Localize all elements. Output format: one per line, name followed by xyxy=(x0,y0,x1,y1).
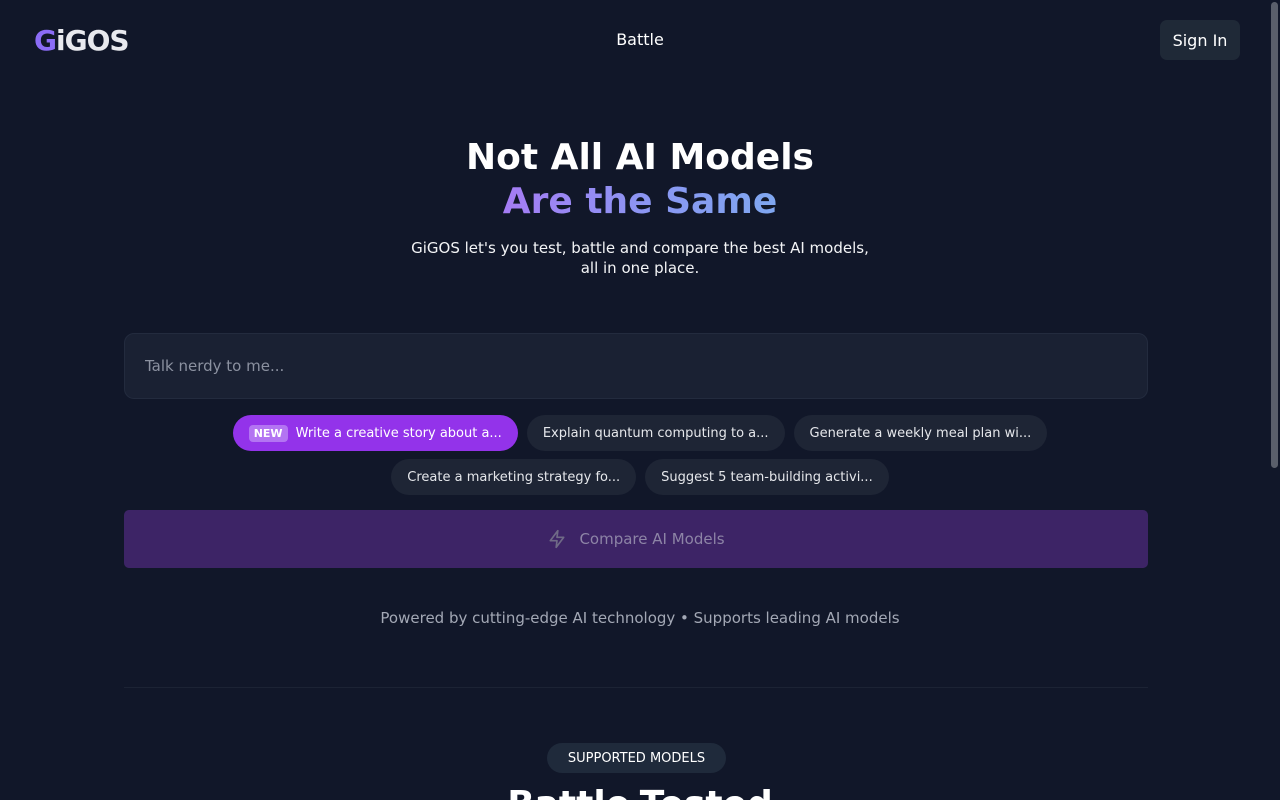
suggestion-chip-label: Write a creative story about a... xyxy=(295,425,502,441)
suggestion-chip-marketing-strategy[interactable]: Create a marketing strategy fo... xyxy=(391,459,637,495)
nav-bar: Battle xyxy=(0,30,1280,49)
suggestion-chip-label: Generate a weekly meal plan wi... xyxy=(809,425,1032,441)
supported-models-badge: SUPPORTED MODELS xyxy=(547,743,726,773)
scrollbar-thumb[interactable] xyxy=(1271,2,1278,468)
sign-in-button[interactable]: Sign In xyxy=(1160,20,1240,60)
suggestion-chip-team-building[interactable]: Suggest 5 team-building activi... xyxy=(645,459,889,495)
suggestion-chip-label: Explain quantum computing to a... xyxy=(542,425,769,441)
suggestion-chip-quantum-computing[interactable]: Explain quantum computing to a... xyxy=(526,415,785,451)
suggestion-chip-creative-story[interactable]: NEW Write a creative story about a... xyxy=(232,415,518,451)
hero-title-highlight: Are the Same xyxy=(0,180,1280,224)
suggestion-row-2: Create a marketing strategy fo... Sugges… xyxy=(0,459,1280,495)
hero-subtitle: GiGOS let's you test, battle and compare… xyxy=(0,238,1280,278)
suggestion-chip-label: Suggest 5 team-building activi... xyxy=(661,469,873,485)
section-divider xyxy=(124,687,1148,688)
suggestion-chip-label: Create a marketing strategy fo... xyxy=(407,469,621,485)
new-badge: NEW xyxy=(248,424,288,442)
prompt-input[interactable] xyxy=(125,334,1147,398)
lightning-icon xyxy=(549,529,565,549)
compare-button-label: Compare AI Models xyxy=(579,530,725,548)
nav-link-battle[interactable]: Battle xyxy=(612,28,668,51)
powered-by-text: Powered by cutting-edge AI technology • … xyxy=(380,609,900,627)
page: GiGOS Battle Sign In Not All AI Models A… xyxy=(0,0,1280,800)
compare-ai-models-button[interactable]: Compare AI Models xyxy=(124,510,1148,568)
suggestion-row-1: NEW Write a creative story about a... Ex… xyxy=(0,415,1280,451)
suggestion-chip-meal-plan[interactable]: Generate a weekly meal plan wi... xyxy=(793,415,1048,451)
prompt-input-container xyxy=(124,333,1148,399)
hero-title: Not All AI Models xyxy=(466,137,814,178)
page-scrollbar[interactable] xyxy=(1268,0,1280,800)
hero-title-gradient-text: Are the Same xyxy=(502,181,778,222)
models-section-title: Battle-Tested xyxy=(0,784,1280,800)
hero-subtitle-line-1: GiGOS let's you test, battle and compare… xyxy=(411,239,869,257)
hero-subtitle-line-2: all in one place. xyxy=(580,259,700,277)
